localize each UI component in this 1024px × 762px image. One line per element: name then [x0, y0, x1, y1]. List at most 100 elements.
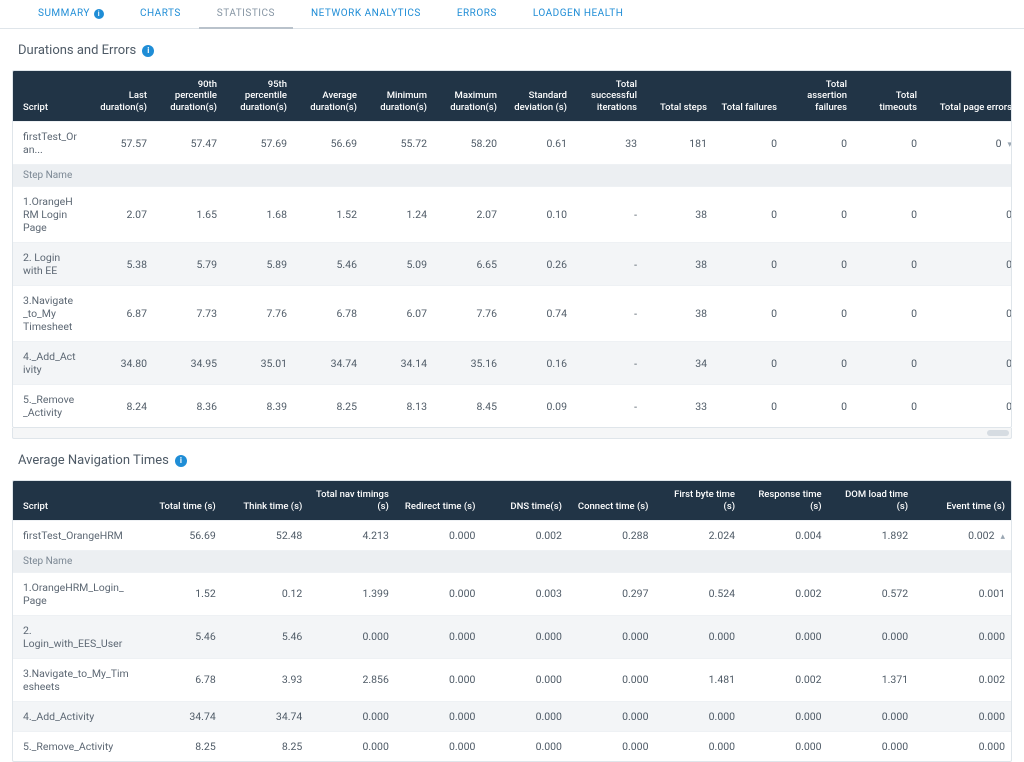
col-event[interactable]: Event time (s) — [914, 481, 1011, 520]
cell: 0.000 — [654, 615, 741, 658]
tab-errors[interactable]: ERRORS — [439, 0, 515, 28]
cell: 0.002 — [481, 520, 568, 550]
cell: 0.000 — [481, 658, 568, 701]
col-dns[interactable]: DNS time(s) — [481, 481, 568, 520]
step-header-label: Step Name — [13, 165, 1012, 187]
durations-table: Script Last duration(s) 90th percentile … — [12, 70, 1012, 428]
cell: 0.297 — [568, 572, 655, 615]
step-row: 2. Login with EE 5.385.795.895.465.096.6… — [13, 243, 1012, 286]
cell: 1.52 — [293, 187, 363, 243]
col-failures[interactable]: Total failures — [713, 71, 783, 122]
cell: 0.001 — [914, 572, 1011, 615]
step-subheader: Step Name — [13, 165, 1012, 187]
col-think-time[interactable]: Think time (s) — [222, 481, 309, 520]
tab-statistics[interactable]: STATISTICS — [199, 0, 293, 28]
cell: 6.65 — [433, 243, 503, 286]
cell: 0.000 — [481, 615, 568, 658]
step-name: 3.Navigate_to_My Timesheet — [13, 286, 83, 342]
table-header: Script Total time (s) Think time (s) Tot… — [13, 481, 1011, 520]
step-row: 1.OrangeHRM_Login_Page 1.520.121.3990.00… — [13, 572, 1011, 615]
cell: 0 — [783, 286, 853, 342]
cell: 0.000 — [308, 731, 395, 761]
script-row[interactable]: firstTest_Oran... 57.57 57.47 57.69 56.6… — [13, 122, 1012, 165]
cell: 38 — [643, 187, 713, 243]
cell: 1.481 — [654, 658, 741, 701]
cell: 0.000 — [395, 731, 482, 761]
col-script[interactable]: Script — [13, 71, 83, 122]
tab-loadgen-health[interactable]: LOADGEN HEALTH — [515, 0, 642, 28]
step-header-label: Step Name — [13, 550, 1011, 572]
tab-label: NETWORK ANALYTICS — [311, 8, 421, 19]
col-timeouts[interactable]: Total timeouts — [853, 71, 923, 122]
col-steps[interactable]: Total steps — [643, 71, 713, 122]
cell: - — [573, 286, 643, 342]
col-iterations[interactable]: Total successful iterations — [573, 71, 643, 122]
cell: 0 — [923, 243, 1012, 286]
col-assert-failures[interactable]: Total assertion failures — [783, 71, 853, 122]
col-min[interactable]: Minimum duration(s) — [363, 71, 433, 122]
cell: 6.78 — [293, 286, 363, 342]
cell: 8.24 — [83, 385, 153, 428]
script-row[interactable]: firstTest_OrangeHRM 56.69 52.48 4.213 0.… — [13, 520, 1011, 550]
cell: 0 — [713, 243, 783, 286]
cell: - — [573, 342, 643, 385]
info-icon[interactable]: i — [175, 455, 187, 467]
cell: 0.000 — [914, 731, 1011, 761]
col-redirect[interactable]: Redirect time (s) — [395, 481, 482, 520]
nav-times-table: Script Total time (s) Think time (s) Tot… — [12, 480, 1012, 762]
step-name: 3.Navigate_to_My_Timesheets — [13, 658, 135, 701]
col-p95[interactable]: 95th percentile duration(s) — [223, 71, 293, 122]
cell: 33 — [643, 385, 713, 428]
cell: - — [573, 187, 643, 243]
col-p90[interactable]: 90th percentile duration(s) — [153, 71, 223, 122]
step-subheader: Step Name — [13, 550, 1011, 572]
cell: 5.38 — [83, 243, 153, 286]
col-script[interactable]: Script — [13, 481, 135, 520]
chevron-down-icon[interactable]: ▾ — [1007, 140, 1012, 150]
col-first-byte[interactable]: First byte time (s) — [654, 481, 741, 520]
cell: 0.000 — [654, 701, 741, 731]
col-connect[interactable]: Connect time (s) — [568, 481, 655, 520]
step-name: 2. Login with EE — [13, 243, 83, 286]
cell: 35.01 — [223, 342, 293, 385]
col-total-time[interactable]: Total time (s) — [135, 481, 222, 520]
cell: 8.36 — [153, 385, 223, 428]
col-avg[interactable]: Average duration(s) — [293, 71, 363, 122]
step-name: 5._Remove_Activity — [13, 731, 135, 761]
cell: 8.45 — [433, 385, 503, 428]
col-response[interactable]: Response time (s) — [741, 481, 828, 520]
cell: 2.07 — [433, 187, 503, 243]
cell: 8.13 — [363, 385, 433, 428]
tab-label: ERRORS — [457, 8, 497, 19]
cell: 34.74 — [135, 701, 222, 731]
cell: 4.213 — [308, 520, 395, 550]
col-last-duration[interactable]: Last duration(s) — [83, 71, 153, 122]
cell: - — [573, 385, 643, 428]
cell: 0.002▴ — [914, 520, 1011, 550]
col-max[interactable]: Maximum duration(s) — [433, 71, 503, 122]
info-icon[interactable]: i — [142, 45, 154, 57]
tab-charts[interactable]: CHARTS — [122, 0, 199, 28]
cell: 34.80 — [83, 342, 153, 385]
help-icon[interactable]: i — [94, 9, 104, 19]
cell: 56.69 — [293, 122, 363, 165]
col-dom-load[interactable]: DOM load time (s) — [828, 481, 915, 520]
cell: 5.09 — [363, 243, 433, 286]
chevron-up-icon[interactable]: ▴ — [1000, 532, 1005, 542]
cell: 52.48 — [222, 520, 309, 550]
tab-network-analytics[interactable]: NETWORK ANALYTICS — [293, 0, 439, 28]
cell: 0 — [853, 187, 923, 243]
cell: 0.000 — [481, 701, 568, 731]
h-scrollbar[interactable] — [12, 428, 1012, 439]
col-page-errors[interactable]: Total page errors — [923, 71, 1012, 122]
tab-summary[interactable]: SUMMARYi — [20, 0, 122, 28]
step-name: 5._Remove_Activity — [13, 385, 83, 428]
cell: 0 — [783, 342, 853, 385]
step-row: 5._Remove_Activity 8.258.250.0000.0000.0… — [13, 731, 1011, 761]
cell: 0.000 — [568, 615, 655, 658]
col-nav-timings[interactable]: Total nav timings (s) — [308, 481, 395, 520]
col-stddev[interactable]: Standard deviation (s) — [503, 71, 573, 122]
cell: 0 — [853, 243, 923, 286]
tabs: SUMMARYi CHARTS STATISTICS NETWORK ANALY… — [0, 0, 1024, 29]
cell: 57.57 — [83, 122, 153, 165]
